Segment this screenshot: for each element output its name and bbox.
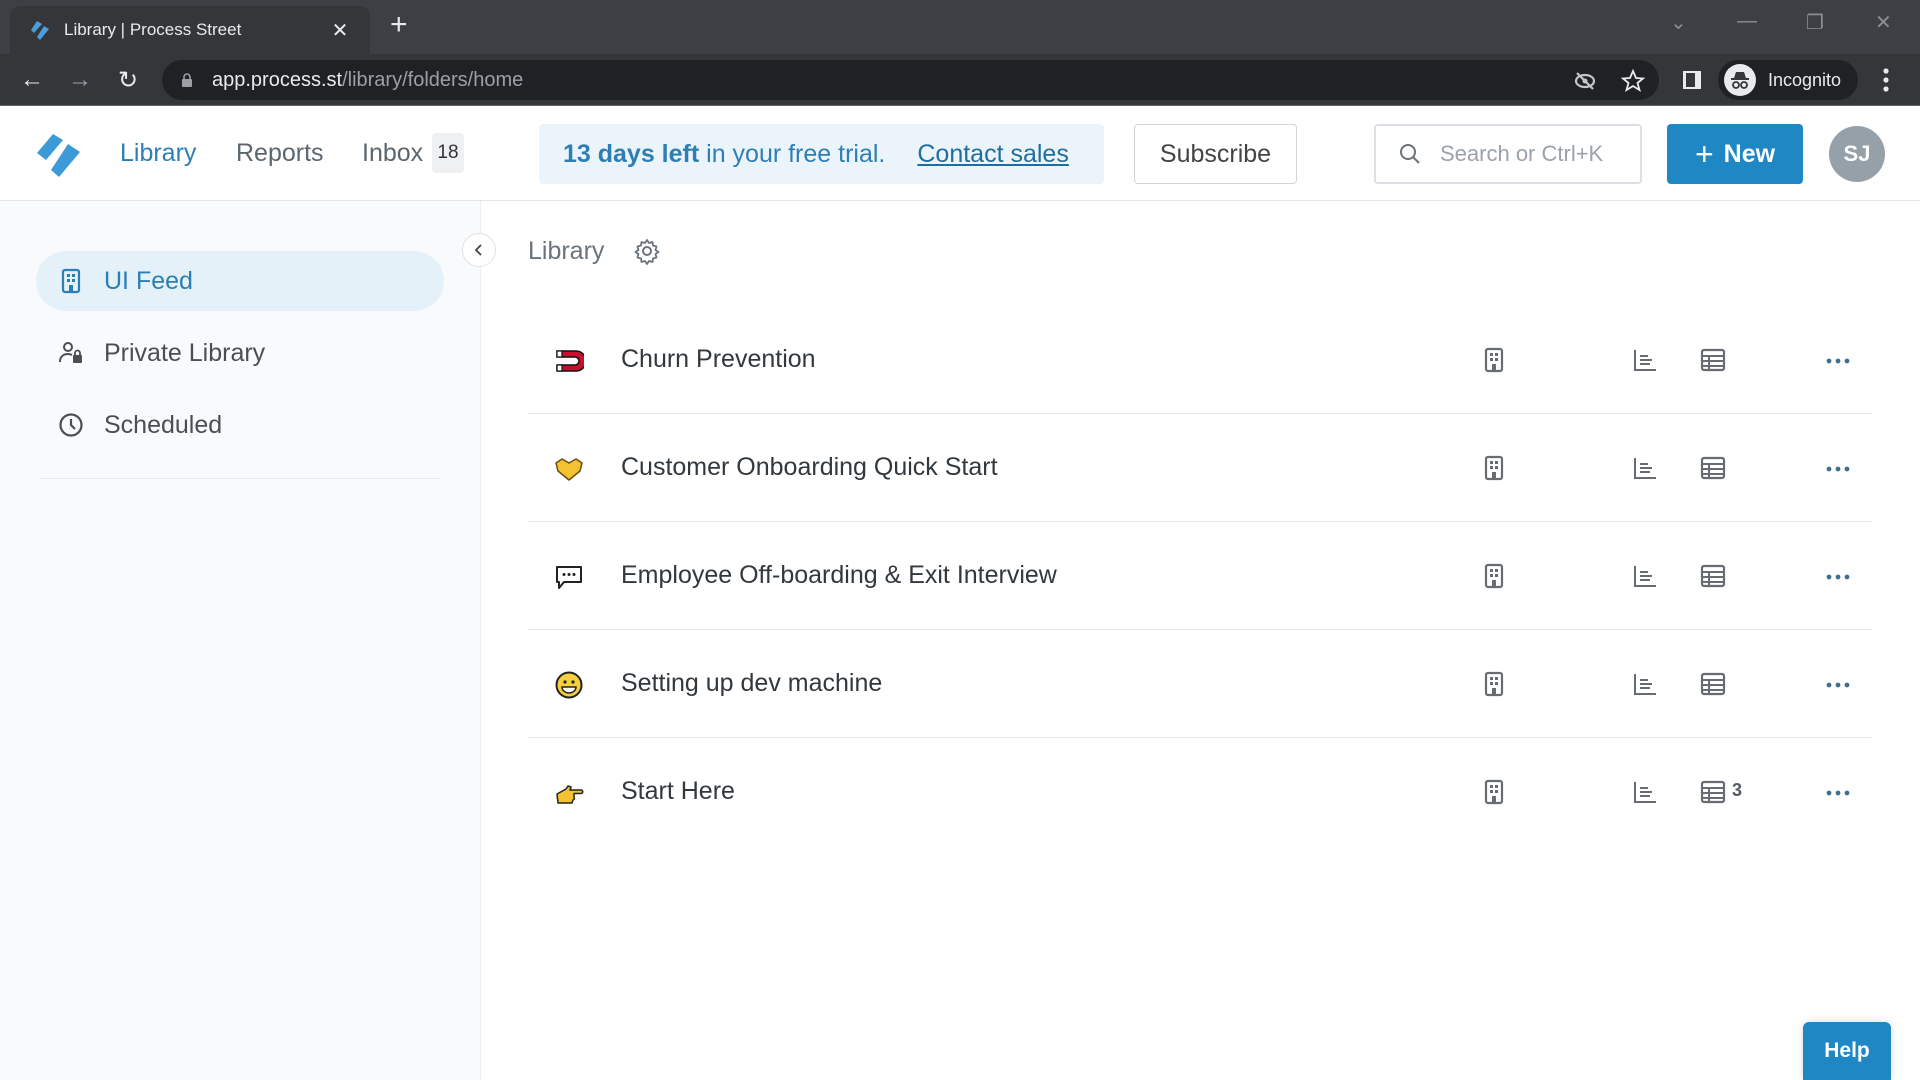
- search-icon: [1400, 144, 1420, 164]
- data-table-icon[interactable]: [1700, 455, 1726, 481]
- trial-days-left: 13 days left: [563, 139, 700, 168]
- url-host: app.process.st: [212, 68, 343, 91]
- close-window-icon[interactable]: ✕: [1875, 10, 1892, 35]
- workflow-title[interactable]: Churn Prevention: [621, 345, 816, 374]
- tab-title: Library | Process Street: [64, 20, 242, 39]
- browser-toolbar: ← → ↻ app.process.st/library/folders/hom…: [0, 54, 1920, 106]
- browser-menu-icon[interactable]: [1876, 66, 1896, 94]
- search-input[interactable]: [1440, 141, 1620, 167]
- reports-chart-icon[interactable]: [1632, 671, 1658, 697]
- nav-library[interactable]: Library: [120, 139, 196, 168]
- data-table-icon[interactable]: [1700, 779, 1726, 805]
- sidebar-item-label: Scheduled: [104, 410, 223, 439]
- user-avatar[interactable]: SJ: [1829, 126, 1885, 182]
- trial-text: in your free trial.: [699, 139, 886, 168]
- reports-chart-icon[interactable]: [1632, 347, 1658, 373]
- trial-banner: 13 days left in your free trial. Contact…: [539, 124, 1104, 184]
- help-button[interactable]: Help: [1803, 1022, 1891, 1080]
- back-icon[interactable]: ←: [16, 64, 48, 96]
- building-icon[interactable]: [1481, 455, 1507, 481]
- incognito-icon: [1724, 64, 1756, 96]
- handshake-icon: [554, 454, 584, 484]
- nav-inbox[interactable]: Inbox: [362, 139, 423, 168]
- gear-icon[interactable]: [633, 237, 661, 265]
- speech-balloon-icon: [554, 562, 584, 592]
- data-table-icon[interactable]: [1700, 671, 1726, 697]
- new-button-label: New: [1723, 139, 1776, 168]
- main-content: Library Churn Prevention Customer Onboard…: [482, 201, 1920, 1080]
- subscribe-button[interactable]: Subscribe: [1134, 124, 1297, 184]
- forward-icon[interactable]: →: [64, 64, 96, 96]
- process-street-logo-icon[interactable]: [34, 130, 84, 180]
- data-table-icon[interactable]: [1700, 347, 1726, 373]
- user-lock-icon: [59, 342, 82, 363]
- sidebar-item-private-library[interactable]: Private Library: [36, 323, 444, 383]
- address-bar[interactable]: app.process.st/library/folders/home: [162, 60, 1659, 100]
- workflow-row[interactable]: Churn Prevention: [528, 306, 1872, 414]
- app-header: Library Reports Inbox 18 13 days left in…: [0, 106, 1920, 201]
- url-path: /library/folders/home: [342, 68, 524, 91]
- new-button[interactable]: + New: [1667, 124, 1803, 184]
- more-options-icon[interactable]: [1823, 354, 1853, 368]
- clock-icon: [59, 413, 83, 437]
- more-options-icon[interactable]: [1823, 570, 1853, 584]
- building-icon[interactable]: [1481, 563, 1507, 589]
- eye-off-icon[interactable]: [1572, 68, 1598, 94]
- data-table-icon[interactable]: [1700, 563, 1726, 589]
- workflow-title[interactable]: Start Here: [621, 777, 735, 806]
- incognito-profile-button[interactable]: Incognito: [1718, 60, 1858, 100]
- sidebar-item-label: Private Library: [104, 338, 266, 367]
- workflow-row[interactable]: Employee Off-boarding & Exit Interview: [528, 522, 1872, 630]
- bookmark-star-icon[interactable]: [1620, 68, 1646, 94]
- reports-chart-icon[interactable]: [1632, 779, 1658, 805]
- reports-chart-icon[interactable]: [1632, 563, 1658, 589]
- close-tab-icon[interactable]: ✕: [328, 18, 352, 43]
- restore-icon[interactable]: ❐: [1806, 10, 1824, 35]
- building-icon[interactable]: [1481, 671, 1507, 697]
- sidebar-divider: [40, 478, 440, 479]
- workflow-row[interactable]: Customer Onboarding Quick Start: [528, 414, 1872, 522]
- reports-chart-icon[interactable]: [1632, 455, 1658, 481]
- browser-tab-bar: Library | Process Street ✕ + ⌄ — ❐ ✕: [0, 0, 1920, 54]
- magnet-icon: [554, 346, 587, 376]
- breadcrumb-library[interactable]: Library: [528, 237, 604, 266]
- building-icon[interactable]: [1481, 779, 1507, 805]
- tab-search-icon[interactable]: ⌄: [1670, 10, 1687, 35]
- more-options-icon[interactable]: [1823, 678, 1853, 692]
- incognito-label: Incognito: [1768, 69, 1842, 90]
- minimize-icon[interactable]: —: [1737, 10, 1757, 33]
- more-options-icon[interactable]: [1823, 786, 1853, 800]
- pointing-hand-icon: [554, 778, 584, 808]
- grinning-face-icon: [554, 670, 584, 700]
- more-options-icon[interactable]: [1823, 462, 1853, 476]
- sidebar-item-ui-feed[interactable]: UI Feed: [36, 251, 444, 311]
- search-box[interactable]: [1374, 124, 1642, 184]
- browser-tab[interactable]: Library | Process Street ✕: [10, 6, 370, 54]
- inbox-count-badge: 18: [432, 133, 464, 173]
- contact-sales-link[interactable]: Contact sales: [917, 140, 1068, 169]
- lock-icon: [182, 73, 192, 87]
- sidebar-item-scheduled[interactable]: Scheduled: [36, 395, 444, 455]
- process-street-favicon-icon: [31, 21, 49, 40]
- url-text: app.process.st/library/folders/home: [212, 69, 523, 92]
- chevron-left-icon: [474, 244, 482, 256]
- sidebar-item-label: UI Feed: [104, 266, 193, 295]
- workflow-title[interactable]: Setting up dev machine: [621, 669, 882, 698]
- workflow-row[interactable]: Setting up dev machine: [528, 630, 1872, 738]
- workflow-row[interactable]: Start Here 3: [528, 738, 1872, 846]
- table-count: 3: [1732, 780, 1743, 800]
- sidebar: UI Feed Private Library Scheduled: [0, 201, 481, 1080]
- building-icon: [61, 268, 81, 294]
- building-icon[interactable]: [1481, 347, 1507, 373]
- plus-icon: +: [1694, 135, 1714, 172]
- reload-icon[interactable]: ↻: [112, 64, 144, 96]
- workflow-title[interactable]: Employee Off-boarding & Exit Interview: [621, 561, 1057, 590]
- workflow-title[interactable]: Customer Onboarding Quick Start: [621, 453, 998, 482]
- side-panel-icon[interactable]: [1680, 68, 1704, 92]
- collapse-sidebar-button[interactable]: [462, 233, 496, 267]
- nav-reports[interactable]: Reports: [236, 139, 324, 168]
- new-tab-icon[interactable]: +: [390, 10, 408, 40]
